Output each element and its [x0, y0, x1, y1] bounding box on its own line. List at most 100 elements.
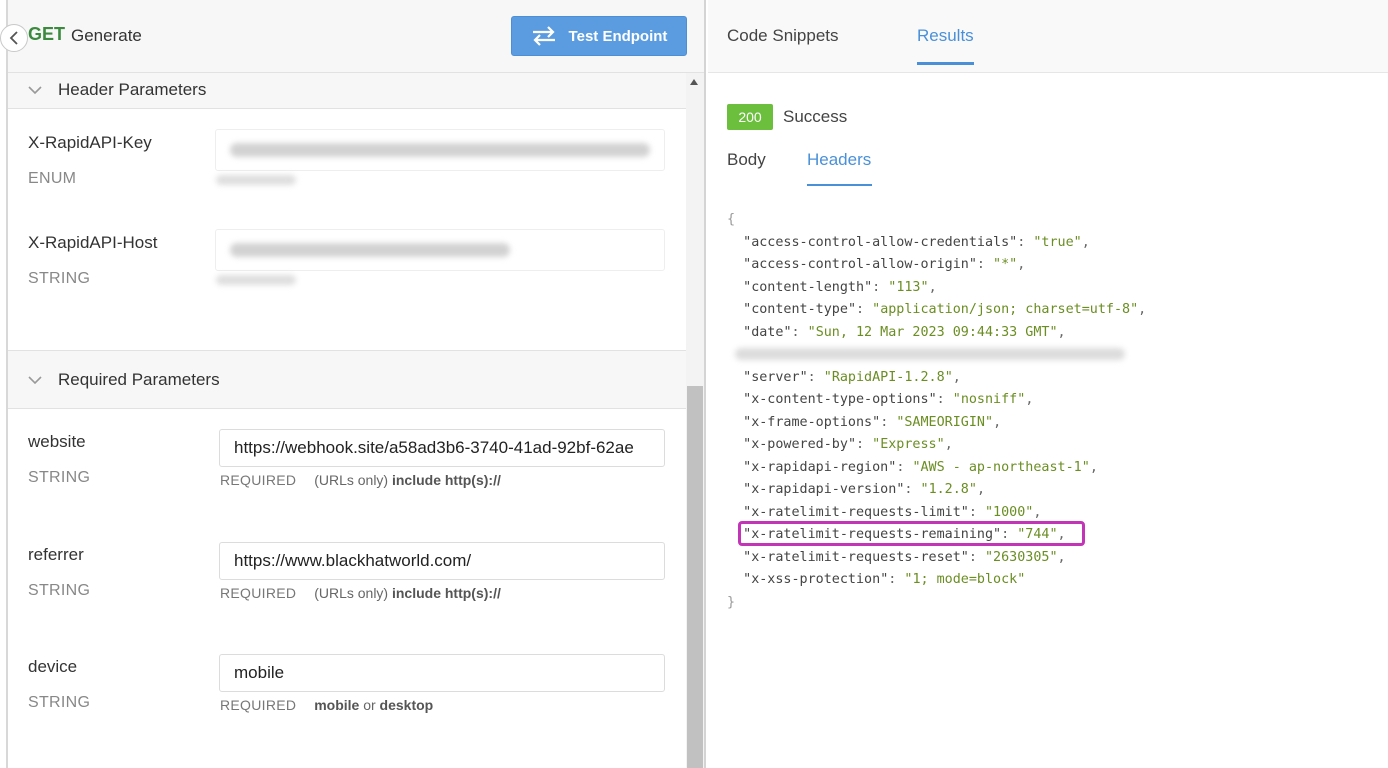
json-value: 2630305	[993, 549, 1050, 565]
swap-arrows-icon	[532, 26, 555, 46]
param-name-rapidapi-key: X-RapidAPI-Key	[28, 133, 152, 152]
status-text: Success	[783, 107, 848, 126]
response-panel: Code Snippets Results 200 Success Body H…	[708, 0, 1388, 768]
header-parameters-title: Header Parameters	[58, 79, 207, 99]
param-type-website: STRING	[28, 469, 91, 486]
website-input[interactable]: https://webhook.site/a58ad3b6-3740-41ad-…	[219, 429, 665, 467]
json-header-line: "x-powered-by": "Express",	[743, 437, 953, 452]
json-header-line: "x-rapidapi-region": "AWS - ap-northeast…	[743, 459, 1098, 475]
redacted-hint	[216, 175, 296, 185]
endpoint-header: GET Generate Test Endpoint	[0, 0, 704, 73]
json-key: x-ratelimit-requests-reset	[751, 549, 961, 565]
hint-text: (URLs only)	[314, 472, 389, 488]
hint-bold-desktop: desktop	[379, 697, 434, 713]
redacted-host	[230, 243, 510, 257]
param-name-website: website	[28, 432, 86, 451]
rapidapi-key-field[interactable]	[215, 129, 665, 171]
param-type-device: STRING	[28, 694, 91, 711]
json-key: x-xss-protection	[751, 572, 881, 587]
required-label: REQUIRED	[220, 472, 297, 488]
json-header-line: "access-control-allow-origin": "*",	[743, 257, 1026, 272]
test-endpoint-label: Test Endpoint	[568, 27, 668, 45]
tab-code-snippets[interactable]: Code Snippets	[727, 26, 839, 46]
json-key: content-type	[751, 302, 848, 317]
hint-text: (URLs only)	[314, 585, 389, 601]
response-tabs: Code Snippets Results	[708, 0, 1388, 73]
test-endpoint-button[interactable]: Test Endpoint	[511, 16, 687, 56]
required-label: REQUIRED	[220, 697, 297, 713]
referrer-input[interactable]: https://www.blackhatworld.com/	[219, 542, 665, 580]
json-key: x-content-type-options	[751, 392, 929, 407]
json-header-line: "content-length": "113",	[743, 279, 937, 295]
json-open-brace: {	[727, 212, 736, 227]
json-value: AWS - ap-northeast-1	[920, 459, 1082, 475]
scroll-up-arrow-icon[interactable]	[690, 79, 698, 85]
json-value: SAMEORIGIN	[904, 414, 985, 430]
required-label: REQUIRED	[220, 585, 297, 601]
highlight-box	[738, 521, 1085, 546]
required-parameters-toggle[interactable]: Required Parameters	[8, 350, 686, 409]
redacted-header-line	[727, 344, 1146, 367]
http-method: GET	[28, 24, 66, 44]
json-key: x-frame-options	[751, 414, 873, 430]
hint-bold: include http(s)://	[391, 585, 501, 601]
endpoint-name: Generate	[71, 26, 142, 45]
json-value: Express	[880, 437, 937, 452]
tab-results[interactable]: Results	[917, 26, 974, 46]
rapidapi-host-field[interactable]	[215, 229, 665, 271]
device-input[interactable]: mobile	[219, 654, 665, 692]
chevron-down-icon	[28, 375, 42, 384]
website-hint: REQUIRED (URLs only) include http(s)://	[220, 472, 501, 488]
json-key: x-rapidapi-region	[751, 459, 889, 475]
hint-bold: include http(s)://	[391, 472, 501, 488]
json-key: x-powered-by	[751, 437, 848, 452]
device-hint: REQUIRED mobile or desktop	[220, 697, 433, 713]
collapse-button[interactable]	[0, 24, 28, 52]
json-key: access-control-allow-credentials	[751, 234, 1010, 250]
param-name-referrer: referrer	[28, 545, 84, 564]
json-header-line: "x-rapidapi-version": "1.2.8",	[743, 482, 985, 497]
json-key: server	[751, 369, 800, 385]
json-close-brace: }	[727, 594, 736, 610]
json-value: application/json; charset=utf-8	[880, 302, 1131, 317]
json-key: x-ratelimit-requests-limit	[751, 504, 961, 520]
json-header-line: "date": "Sun, 12 Mar 2023 09:44:33 GMT",	[743, 324, 1066, 340]
subtab-headers[interactable]: Headers	[807, 150, 871, 170]
active-tab-indicator	[917, 62, 974, 65]
json-header-line: "x-content-type-options": "nosniff",	[743, 392, 1034, 407]
hint-or: or	[363, 697, 376, 713]
param-type-referrer: STRING	[28, 582, 91, 599]
scrollbar[interactable]	[686, 73, 704, 768]
json-header-line: "server": "RapidAPI-1.2.8",	[743, 369, 961, 385]
active-subtab-indicator	[807, 184, 872, 186]
json-value: 1000	[993, 504, 1026, 520]
json-value: nosniff	[960, 392, 1018, 407]
json-value: RapidAPI-1.2.8	[831, 369, 945, 385]
param-name-rapidapi-host: X-RapidAPI-Host	[28, 233, 158, 252]
json-value: true	[1041, 234, 1074, 250]
redacted-key	[230, 143, 650, 157]
json-header-line: "content-type": "application/json; chars…	[743, 302, 1147, 317]
json-value: 1.2.8	[928, 482, 969, 497]
json-key: date	[751, 324, 784, 340]
header-parameters-toggle[interactable]: Header Parameters	[8, 73, 686, 109]
json-header-line: "x-ratelimit-requests-reset": "2630305",	[743, 549, 1066, 565]
redacted-hint	[216, 275, 296, 285]
param-type-rapidapi-key: ENUM	[28, 170, 77, 187]
json-value: 113	[896, 279, 921, 295]
status-code-badge: 200	[727, 104, 773, 130]
json-key: content-length	[751, 279, 865, 295]
json-key: x-rapidapi-version	[751, 482, 897, 497]
json-header-line: "x-frame-options": "SAMEORIGIN",	[743, 414, 1002, 430]
subtab-body[interactable]: Body	[727, 150, 766, 170]
json-header-line: "access-control-allow-credentials": "tru…	[743, 234, 1090, 250]
required-parameters-title: Required Parameters	[58, 369, 220, 389]
param-type-rapidapi-host: STRING	[28, 270, 91, 287]
scrollbar-thumb[interactable]	[687, 386, 703, 768]
parameters-scroll-area[interactable]: Header Parameters X-RapidAPI-Key ENUM X-…	[8, 73, 686, 768]
json-value: 1; mode=block	[912, 572, 1018, 587]
json-key: access-control-allow-origin	[751, 257, 969, 272]
json-value: *	[1001, 257, 1010, 272]
chevron-down-icon	[28, 85, 42, 94]
json-header-line: "x-xss-protection": "1; mode=block"	[743, 572, 1026, 587]
